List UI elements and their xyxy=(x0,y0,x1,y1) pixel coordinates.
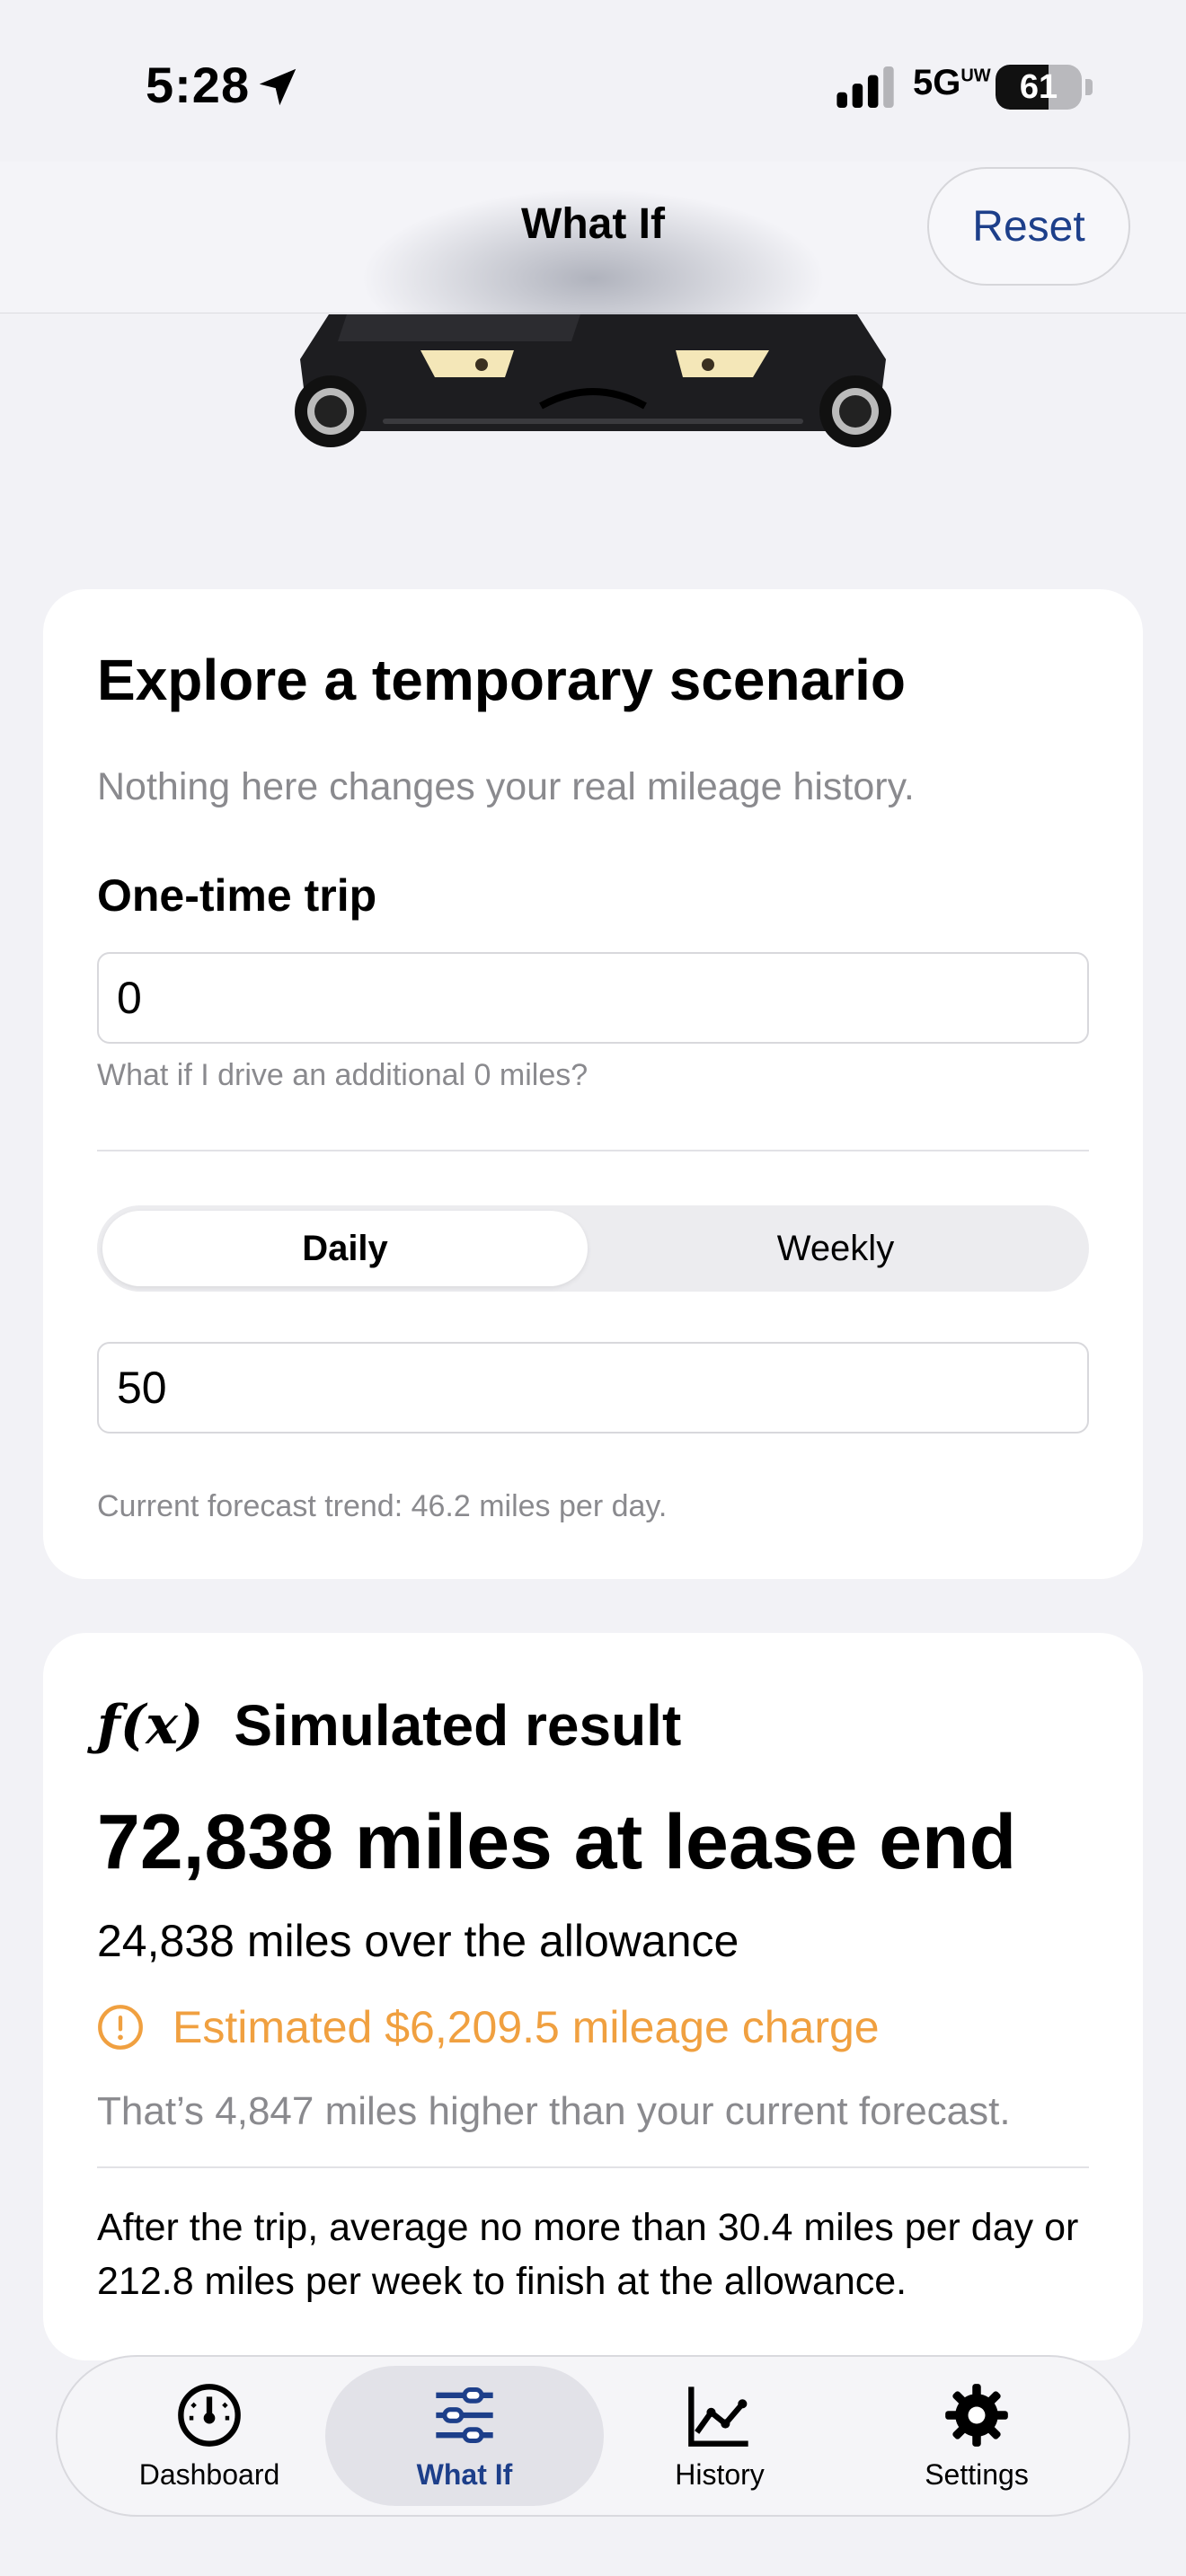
cellular-signal-icon xyxy=(836,66,894,108)
segment-daily[interactable]: Daily xyxy=(102,1211,588,1286)
lease-end-miles: 72,838 miles at lease end xyxy=(97,1799,1017,1885)
scenario-subtitle: Nothing here changes your real mileage h… xyxy=(97,765,915,808)
network-type: 5GUW xyxy=(913,63,991,102)
status-time: 5:28 xyxy=(146,57,251,113)
speedometer-icon xyxy=(178,2383,241,2447)
tab-dashboard-label: Dashboard xyxy=(138,2457,280,2491)
battery-tip xyxy=(1085,79,1093,95)
forecast-comparison-text: That’s 4,847 miles higher than your curr… xyxy=(97,2089,1011,2133)
function-icon: ƒ(x) xyxy=(97,1694,204,1757)
one-time-trip-hint: What if I drive an additional 0 miles? xyxy=(97,1058,589,1092)
reset-button[interactable]: Reset xyxy=(927,167,1130,286)
line-chart-icon xyxy=(688,2386,748,2447)
allowance-advice-text: After the trip, average no more than 30.… xyxy=(97,2206,1079,2303)
simulated-result-card: ƒ(x) Simulated result 72,838 miles at le… xyxy=(43,1633,1143,2360)
tab-what-if[interactable]: What If xyxy=(325,2366,604,2506)
sliders-icon xyxy=(436,2386,493,2443)
forecast-trend-hint: Current forecast trend: 46.2 miles per d… xyxy=(97,1489,668,1523)
location-arrow-icon xyxy=(259,68,296,106)
result-title: Simulated result xyxy=(234,1693,682,1758)
tab-what-if-label: What If xyxy=(416,2457,513,2491)
driving-rate-input[interactable]: 50 xyxy=(97,1342,1089,1434)
car-mascot-illustration xyxy=(295,314,891,447)
mileage-charge-text: Estimated $6,209.5 mileage charge xyxy=(173,2002,880,2052)
one-time-trip-input[interactable]: 0 xyxy=(97,952,1089,1044)
rate-period-segmented-control[interactable]: Daily Weekly xyxy=(97,1205,1089,1292)
tab-settings-label: Settings xyxy=(925,2457,1029,2491)
tab-bar: Dashboard What If History Settings xyxy=(56,2355,1130,2517)
section-divider xyxy=(97,1150,1089,1151)
exclamation-circle-icon xyxy=(98,2005,143,2050)
result-divider xyxy=(97,2166,1089,2168)
battery-indicator: 61 xyxy=(996,65,1082,110)
over-allowance-text: 24,838 miles over the allowance xyxy=(97,1916,739,1966)
tab-settings[interactable]: Settings xyxy=(837,2366,1116,2506)
result-header: ƒ(x) Simulated result xyxy=(97,1692,681,1759)
tab-dashboard[interactable]: Dashboard xyxy=(70,2366,349,2506)
tab-history[interactable]: History xyxy=(580,2366,859,2506)
status-bar: 5:28 5GUW 61 xyxy=(0,0,1186,162)
tab-history-label: History xyxy=(675,2457,765,2491)
gear-icon xyxy=(945,2383,1008,2447)
mileage-charge-warning: Estimated $6,209.5 mileage charge xyxy=(97,2001,880,2053)
segment-weekly[interactable]: Weekly xyxy=(593,1211,1078,1286)
scenario-card: Explore a temporary scenario Nothing her… xyxy=(43,589,1143,1579)
one-time-trip-label: One-time trip xyxy=(97,870,377,921)
scenario-title: Explore a temporary scenario xyxy=(97,648,906,712)
